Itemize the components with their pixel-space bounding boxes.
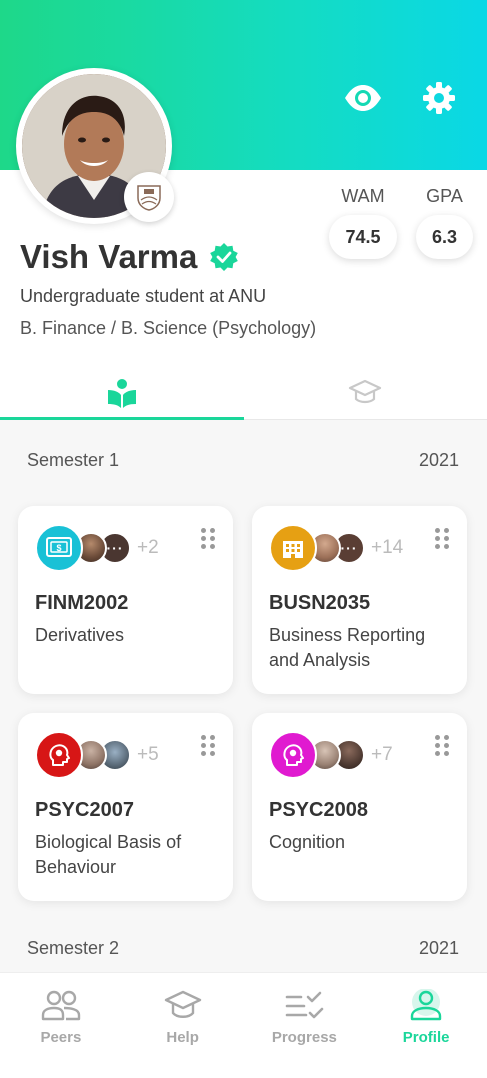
course-card[interactable]: +7 PSYC2008 Cognition: [252, 713, 467, 901]
nav-label-progress: Progress: [271, 1029, 337, 1046]
semester-header: Semester 2 2021: [27, 938, 459, 959]
course-peers: $ ··· +2: [35, 524, 216, 572]
course-peers: ··· +14: [269, 524, 450, 572]
brain-head-icon: [35, 731, 83, 779]
course-code: FINM2002: [35, 592, 129, 614]
anu-crest-icon: [137, 185, 161, 211]
profile-icon: [410, 989, 442, 1021]
course-card[interactable]: +5 PSYC2007 Biological Basis of Behaviou…: [18, 713, 233, 901]
tab-courses[interactable]: [0, 366, 244, 420]
gear-icon: [423, 82, 455, 114]
peer-count: +7: [371, 744, 393, 765]
course-peers: +5: [35, 731, 216, 779]
course-title: Derivatives: [35, 625, 125, 645]
progress-icon: [286, 991, 324, 1019]
profile-degree: B. Finance / B. Science (Psychology): [20, 318, 317, 338]
peer-count: +5: [137, 744, 159, 765]
finance-icon: $: [35, 524, 83, 572]
peer-count: +2: [137, 537, 159, 558]
course-title: Business Reporting and Analysis: [269, 625, 426, 670]
tab-graduation[interactable]: [244, 366, 487, 419]
nav-label-profile: Profile: [402, 1029, 450, 1046]
nav-item-profile[interactable]: Profile: [365, 973, 487, 1078]
eye-icon: [345, 85, 381, 111]
nav-label-peers: Peers: [40, 1029, 82, 1046]
peers-icon: [41, 990, 81, 1021]
profile-name-row: Vish Varma: [20, 238, 239, 276]
wam-stat: WAM 74.5: [329, 186, 397, 259]
building-icon: [269, 524, 317, 572]
semester-year: 2021: [418, 938, 459, 958]
nav-label-help: Help: [166, 1029, 199, 1046]
visibility-button[interactable]: [343, 78, 383, 118]
course-title: Biological Basis of Behaviour: [35, 832, 182, 877]
semester-header: Semester 1 2021: [27, 450, 459, 471]
drag-handle-icon[interactable]: [201, 735, 215, 756]
drag-handle-icon[interactable]: [435, 735, 449, 756]
bottom-nav: Peers Help Progress Profile: [0, 972, 487, 1078]
profile-name: Vish Varma: [20, 238, 198, 275]
nav-item-help[interactable]: Help: [122, 973, 244, 1078]
profile-tabs: [0, 366, 487, 420]
nav-item-peers[interactable]: Peers: [0, 973, 122, 1078]
course-card[interactable]: $ ··· +2 FINM2002 Derivatives: [18, 506, 233, 694]
graduation-cap-icon: [349, 379, 382, 403]
course-code: PSYC2007: [35, 799, 134, 821]
course-card[interactable]: ··· +14 BUSN2035 Business Reporting and …: [252, 506, 467, 694]
verified-badge-icon: [210, 243, 239, 271]
gpa-stat: GPA 6.3: [416, 186, 473, 259]
settings-button[interactable]: [419, 78, 459, 118]
semester-label: Semester 1: [27, 450, 120, 470]
course-peers: +7: [269, 731, 450, 779]
profile-subtitle: Undergraduate student at ANU: [20, 286, 267, 306]
semester-year: 2021: [418, 450, 459, 470]
course-code: PSYC2008: [269, 799, 368, 821]
university-badge: [124, 172, 174, 222]
gpa-label: GPA: [426, 186, 463, 206]
course-title: Cognition: [269, 832, 346, 852]
drag-handle-icon[interactable]: [201, 528, 215, 549]
gpa-value: 6.3: [416, 215, 473, 259]
svg-text:$: $: [56, 543, 61, 553]
wam-value: 74.5: [329, 215, 397, 259]
peer-count: +14: [371, 537, 404, 558]
nav-item-progress[interactable]: Progress: [244, 973, 366, 1078]
semester-label: Semester 2: [27, 938, 120, 958]
course-code: BUSN2035: [269, 592, 371, 614]
drag-handle-icon[interactable]: [435, 528, 449, 549]
brain-head-icon: [269, 731, 317, 779]
header-actions: [343, 78, 459, 118]
help-cap-icon: [164, 990, 201, 1018]
book-reader-icon: [107, 378, 136, 408]
wam-label: WAM: [341, 186, 385, 206]
